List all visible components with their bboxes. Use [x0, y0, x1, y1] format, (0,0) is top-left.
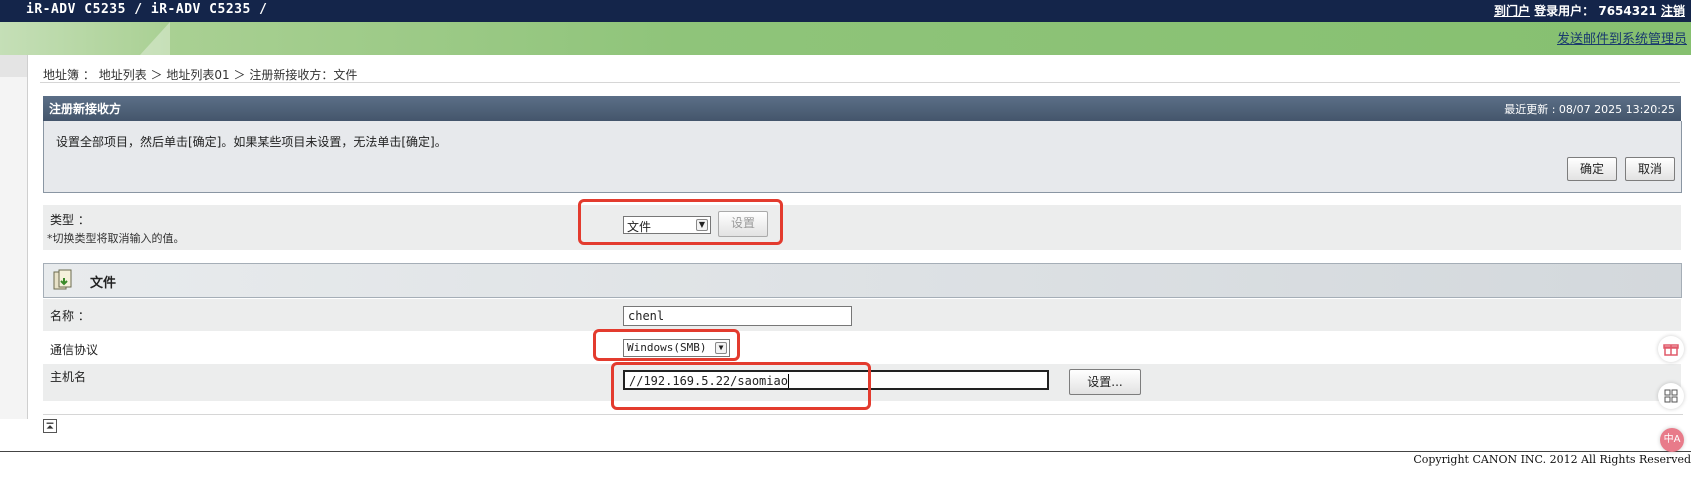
user-label: 登录用户： — [1534, 4, 1595, 18]
type-label-text: 类型 — [50, 213, 75, 227]
banner-stripe — [140, 22, 170, 55]
device-title: iR-ADV C5235 / iR-ADV C5235 / — [26, 2, 268, 17]
last-updated-value: 08/07 2025 13:20:25 — [1558, 103, 1675, 116]
file-section-title: 文件 — [90, 276, 117, 291]
green-banner: 发送邮件到系统管理员 — [0, 22, 1691, 55]
back-to-top-icon[interactable] — [43, 419, 57, 433]
host-settings-button[interactable]: 设置... — [1069, 369, 1141, 395]
type-label: 类型 ： — [50, 211, 90, 228]
highlight-box — [593, 329, 740, 361]
cancel-button[interactable]: 取消 — [1625, 157, 1675, 181]
name-field[interactable]: chenl — [623, 306, 852, 326]
apps-grid-icon[interactable] — [1658, 383, 1684, 409]
type-note: *切换类型将取消输入的值。 — [47, 232, 185, 245]
panel-body: 设置全部项目，然后单击[确定]。如果某些项目未设置，无法单击[确定]。 确定 取… — [43, 121, 1682, 193]
send-mail-to-admin-link[interactable]: 发送邮件到系统管理员 — [1557, 28, 1687, 47]
breadcrumb-item-current: 注册新接收方：文件 — [249, 68, 358, 82]
highlight-box — [611, 362, 871, 410]
footer-divider — [0, 451, 1691, 452]
user-id: 7654321 — [1598, 4, 1657, 18]
protocol-row: 通信协议 Windows(SMB) ▼ — [43, 332, 1681, 364]
breadcrumb-separator: ＞ — [150, 68, 163, 82]
user-area: 到门户 登录用户： 7654321 注销 — [1494, 2, 1685, 19]
name-row: 名称 ： chenl — [43, 299, 1681, 331]
highlight-box — [578, 199, 783, 245]
left-strip-notch — [0, 55, 27, 77]
name-label-text: 名称 — [50, 309, 75, 323]
name-colon: ： — [77, 309, 90, 323]
breadcrumb-divider — [40, 82, 1680, 83]
panel-header: 注册新接收方 最近更新 : 08/07 2025 13:20:25 — [43, 96, 1681, 121]
file-section-header: 文件 — [43, 263, 1682, 298]
copyright: Copyright CANON INC. 2012 All Rights Res… — [1413, 453, 1691, 466]
ok-button[interactable]: 确定 — [1567, 157, 1617, 181]
left-strip — [0, 55, 28, 419]
section-divider — [43, 414, 1683, 415]
breadcrumb-item-address-list[interactable]: 地址列表 — [99, 68, 147, 82]
type-row: 类型 ： *切换类型将取消输入的值。 文件 ▼ 设置 — [43, 205, 1681, 250]
instruction-text: 设置全部项目，然后单击[确定]。如果某些项目未设置，无法单击[确定]。 — [56, 135, 447, 149]
gift-icon[interactable] — [1658, 336, 1684, 362]
breadcrumb-separator: ： — [82, 68, 95, 82]
breadcrumb: 地址簿 ： 地址列表 ＞ 地址列表01 ＞ 注册新接收方：文件 — [43, 66, 357, 83]
name-label: 名称 ： — [50, 307, 90, 324]
top-header: iR-ADV C5235 / iR-ADV C5235 / 到门户 登录用户： … — [0, 0, 1691, 22]
breadcrumb-separator: ＞ — [233, 68, 246, 82]
translate-icon[interactable]: 中A — [1660, 428, 1684, 452]
panel-title: 注册新接收方 — [49, 102, 122, 116]
breadcrumb-item-address-book[interactable]: 地址簿 — [43, 68, 79, 82]
type-colon: ： — [77, 213, 90, 227]
gift-icon-graphic — [1663, 344, 1679, 356]
last-updated: 最近更新 : 08/07 2025 13:20:25 — [1504, 103, 1675, 116]
host-label: 主机名 — [50, 370, 87, 384]
portal-link[interactable]: 到门户 — [1494, 4, 1530, 18]
file-folder-icon — [53, 269, 72, 290]
protocol-label: 通信协议 — [50, 343, 99, 357]
logout-link[interactable]: 注销 — [1661, 4, 1685, 18]
apps-grid-icon-graphic — [1664, 389, 1678, 403]
last-updated-label: 最近更新 — [1504, 103, 1549, 116]
breadcrumb-item-address-list-01[interactable]: 地址列表01 — [166, 68, 229, 82]
